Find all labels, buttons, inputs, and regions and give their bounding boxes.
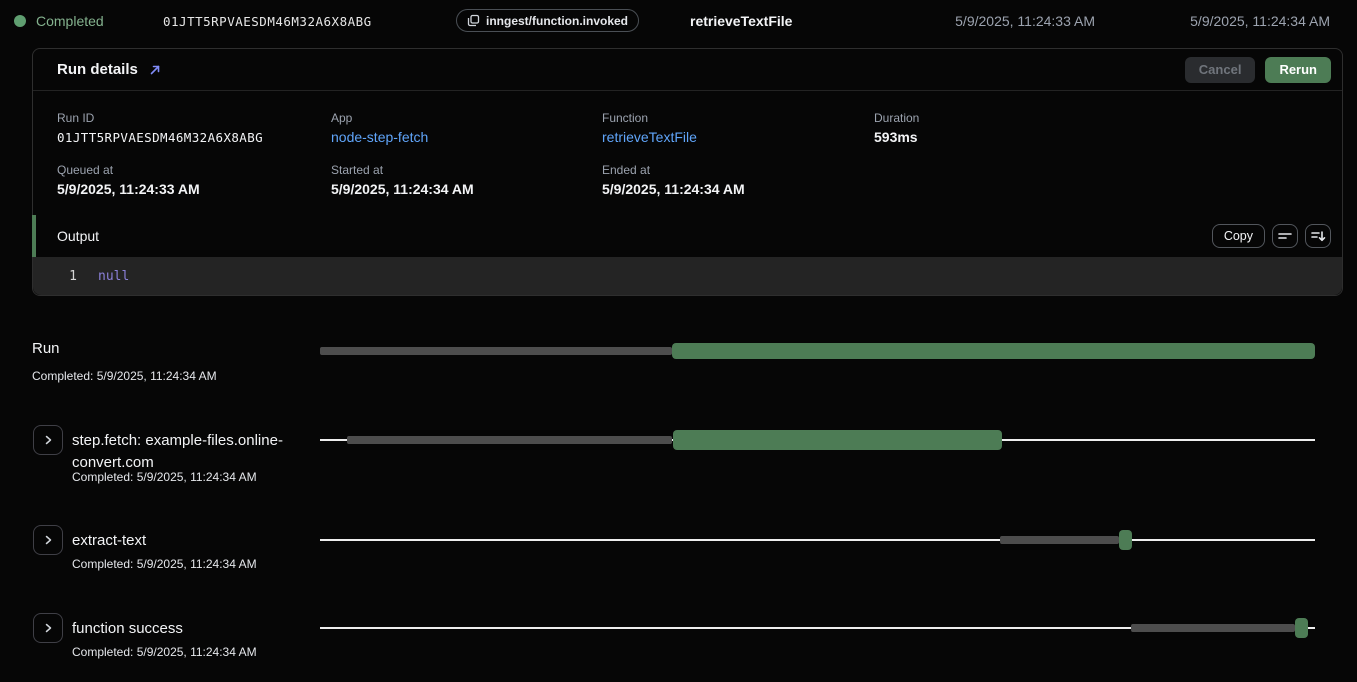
chevron-right-icon — [43, 535, 53, 545]
word-wrap-icon — [1277, 229, 1293, 243]
step-completed: Completed: 5/9/2025, 11:24:34 AM — [72, 557, 257, 571]
timeline-bar-active — [1295, 618, 1308, 638]
step-track — [320, 524, 1315, 556]
trigger-event-name: inngest/function.invoked — [486, 14, 628, 28]
timeline-bar-waiting — [1131, 624, 1295, 632]
timeline-run-label: Run — [32, 340, 60, 357]
field-started-at: Started at 5/9/2025, 11:24:34 AM — [331, 163, 602, 198]
topbar-function-name: retrieveTextFile — [690, 13, 792, 29]
timeline-row-step-fetch: step.fetch: example-files.online-convert… — [0, 424, 1357, 494]
field-run-id: Run ID 01JTT5RPVAESDM46M32A6X8ABG — [57, 111, 331, 146]
function-link[interactable]: retrieveTextFile — [602, 129, 874, 146]
timeline-run-track — [320, 336, 1315, 366]
app-link[interactable]: node-step-fetch — [331, 129, 602, 146]
field-label: Queued at — [57, 163, 331, 177]
chevron-right-icon — [43, 623, 53, 633]
chevron-right-icon — [43, 435, 53, 445]
trigger-event-badge[interactable]: inngest/function.invoked — [456, 9, 639, 32]
step-name: function success — [72, 618, 183, 640]
topbar-ended-timestamp: 5/9/2025, 11:24:34 AM — [1190, 13, 1330, 29]
field-value: 5/9/2025, 11:24:34 AM — [331, 181, 602, 198]
timeline-track-line — [320, 539, 1315, 541]
external-link-icon[interactable] — [148, 63, 162, 77]
topbar-run-id: 01JTT5RPVAESDM46M32A6X8ABG — [163, 14, 372, 29]
step-track — [320, 424, 1315, 456]
scroll-to-bottom-button[interactable] — [1305, 224, 1331, 248]
run-status-label: Completed — [36, 13, 104, 29]
timeline-bar-active — [673, 430, 1001, 450]
field-function: Function retrieveTextFile — [602, 111, 874, 146]
copy-output-button[interactable]: Copy — [1212, 224, 1265, 248]
timeline-bar-waiting — [347, 436, 672, 444]
run-fields-grid: Run ID 01JTT5RPVAESDM46M32A6X8ABG App no… — [57, 111, 1318, 198]
field-value: 5/9/2025, 11:24:33 AM — [57, 181, 331, 198]
output-code-block: 1 null — [33, 257, 1342, 295]
output-title: Output — [57, 228, 99, 244]
field-label: Ended at — [602, 163, 874, 177]
timeline-row-run: Run Completed: 5/9/2025, 11:24:34 AM — [0, 336, 1357, 396]
run-summary-topbar: Completed 01JTT5RPVAESDM46M32A6X8ABG inn… — [0, 0, 1357, 42]
field-value: 01JTT5RPVAESDM46M32A6X8ABG — [57, 129, 331, 146]
timeline-bar-waiting — [1000, 536, 1119, 544]
step-name: extract-text — [72, 530, 146, 552]
field-label: Duration — [874, 111, 1318, 125]
step-completed: Completed: 5/9/2025, 11:24:34 AM — [72, 645, 257, 659]
step-track — [320, 612, 1315, 644]
field-queued-at: Queued at 5/9/2025, 11:24:33 AM — [57, 163, 331, 198]
timeline-row-function-success: function success Completed: 5/9/2025, 11… — [0, 612, 1357, 682]
output-header: Output Copy — [33, 215, 1342, 257]
step-completed: Completed: 5/9/2025, 11:24:34 AM — [72, 470, 257, 484]
panel-header: Run details Cancel Rerun — [33, 49, 1342, 91]
field-app: App node-step-fetch — [331, 111, 602, 146]
field-label: Run ID — [57, 111, 331, 125]
word-wrap-button[interactable] — [1272, 224, 1298, 248]
panel-actions: Cancel Rerun — [1185, 57, 1331, 83]
scroll-to-bottom-icon — [1310, 229, 1326, 243]
field-duration: Duration 593ms — [874, 111, 1318, 146]
field-value: 593ms — [874, 129, 1318, 146]
timeline-run-completed: Completed: 5/9/2025, 11:24:34 AM — [32, 369, 217, 383]
expand-step-button[interactable] — [33, 525, 63, 555]
field-label: Started at — [331, 163, 602, 177]
step-name: step.fetch: example-files.online-convert… — [72, 430, 290, 474]
topbar-queued-timestamp: 5/9/2025, 11:24:33 AM — [955, 13, 1095, 29]
run-details-panel: Run details Cancel Rerun Run ID 01JTT5RP… — [32, 48, 1343, 296]
field-ended-at: Ended at 5/9/2025, 11:24:34 AM — [602, 163, 874, 198]
timeline-bar-active — [1119, 530, 1132, 550]
timeline-row-extract-text: extract-text Completed: 5/9/2025, 11:24:… — [0, 524, 1357, 594]
field-label: Function — [602, 111, 874, 125]
copy-icon — [467, 14, 480, 27]
expand-step-button[interactable] — [33, 613, 63, 643]
panel-title: Run details — [57, 61, 138, 78]
rerun-button[interactable]: Rerun — [1265, 57, 1331, 83]
output-actions: Copy — [1212, 224, 1331, 248]
code-line-number: 1 — [57, 269, 77, 284]
code-null-value: null — [98, 269, 129, 284]
timeline-bar-waiting — [320, 347, 672, 355]
expand-step-button[interactable] — [33, 425, 63, 455]
cancel-button[interactable]: Cancel — [1185, 57, 1256, 83]
field-value: 5/9/2025, 11:24:34 AM — [602, 181, 874, 198]
field-label: App — [331, 111, 602, 125]
timeline-bar-active — [672, 343, 1315, 359]
status-dot-icon — [14, 15, 26, 27]
